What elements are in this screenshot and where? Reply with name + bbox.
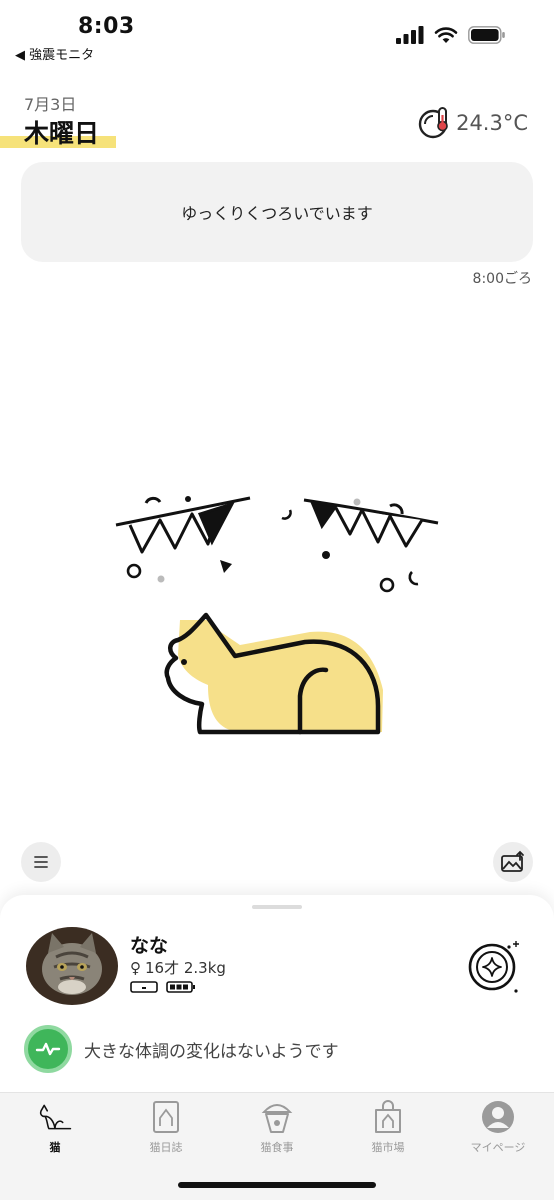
cat-icon bbox=[38, 1099, 72, 1135]
photo-share-icon bbox=[501, 850, 524, 872]
status-message-card[interactable]: ゆっくりくつろいでいます bbox=[21, 162, 533, 262]
battery-icon bbox=[468, 26, 505, 44]
tab-label-market: 猫市場 bbox=[371, 1141, 405, 1154]
status-message-time: 8:00ごろ bbox=[472, 271, 532, 287]
status-bar: 8:03 ◀ 強震モニタ bbox=[0, 0, 554, 70]
health-pulse-icon bbox=[24, 1025, 72, 1073]
sparkle-button[interactable] bbox=[466, 933, 526, 997]
thermometer-device-icon bbox=[418, 107, 448, 139]
cat-avatar[interactable] bbox=[26, 927, 118, 1005]
home-indicator[interactable] bbox=[178, 1182, 376, 1188]
device-status bbox=[130, 981, 196, 993]
tab-label-cat: 猫 bbox=[49, 1141, 61, 1154]
tab-label-mypage: マイページ bbox=[470, 1141, 526, 1154]
menu-lines-icon bbox=[34, 856, 48, 868]
back-to-app-link[interactable]: ◀ 強震モニタ bbox=[15, 44, 94, 63]
weekday-title: 木曜日 bbox=[24, 119, 100, 148]
diary-icon bbox=[149, 1099, 183, 1135]
tab-mypage[interactable]: マイページ bbox=[443, 1099, 553, 1155]
left-bunting bbox=[115, 496, 251, 554]
cat-photo bbox=[26, 927, 118, 1005]
room-temperature[interactable]: 24.3°C bbox=[418, 106, 528, 140]
cat-name: なな bbox=[130, 935, 169, 957]
tab-market[interactable]: 猫市場 bbox=[333, 1099, 443, 1155]
sheet-drag-handle[interactable] bbox=[252, 905, 302, 909]
date-label: 7月3日 bbox=[24, 95, 77, 114]
scale-device-icon bbox=[130, 981, 158, 993]
menu-button[interactable] bbox=[21, 842, 61, 882]
battery-full-icon bbox=[166, 981, 195, 993]
cat-profile-sheet[interactable]: なな ♀ 16才 2.3kg 大きな体調の変化はないようです bbox=[0, 895, 554, 1095]
wifi-icon bbox=[434, 27, 458, 43]
status-time: 8:03 bbox=[78, 14, 135, 39]
cat-figure bbox=[164, 612, 383, 735]
cat-info: ♀ 16才 2.3kg bbox=[130, 957, 226, 978]
tab-label-diary: 猫日誌 bbox=[149, 1141, 183, 1154]
status-icons bbox=[396, 26, 506, 44]
cat-age-weight: 16才 2.3kg bbox=[145, 959, 226, 977]
tab-label-food: 猫食事 bbox=[260, 1141, 294, 1154]
tab-diary[interactable]: 猫日誌 bbox=[111, 1099, 221, 1155]
weekday-block: 木曜日 bbox=[0, 114, 116, 150]
health-status-text: 大きな体調の変化はないようです bbox=[84, 1041, 339, 1062]
resting-cat-illustration bbox=[115, 496, 439, 735]
shopping-bag-icon bbox=[371, 1099, 405, 1135]
cellular-signal-icon bbox=[396, 26, 424, 44]
food-bowl-icon bbox=[260, 1099, 294, 1135]
tab-cat[interactable]: 猫 bbox=[0, 1099, 110, 1155]
sparkle-icon bbox=[468, 941, 519, 993]
status-message-text: ゆっくりくつろいでいます bbox=[181, 204, 373, 223]
profile-icon bbox=[481, 1099, 515, 1135]
tab-food[interactable]: 猫食事 bbox=[222, 1099, 332, 1155]
photo-share-button[interactable] bbox=[493, 842, 533, 882]
gender-female-icon: ♀ bbox=[130, 958, 141, 977]
right-bunting bbox=[303, 498, 439, 548]
health-status-row[interactable]: 大きな体調の変化はないようです bbox=[24, 1025, 339, 1073]
temperature-value: 24.3°C bbox=[456, 111, 528, 135]
